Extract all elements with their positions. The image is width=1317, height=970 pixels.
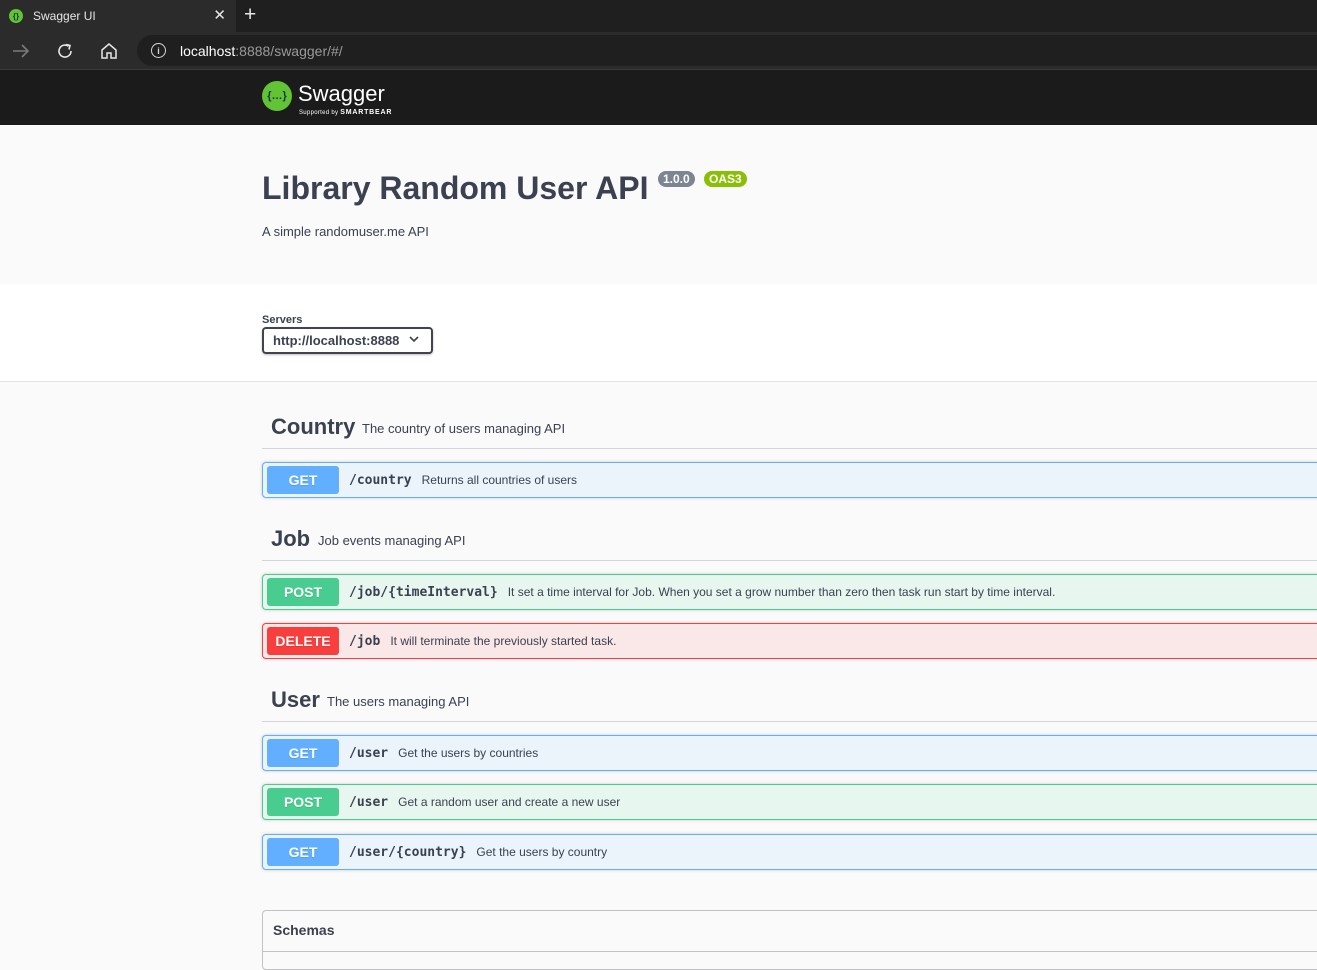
operation-summary: Get the users by countries <box>398 746 539 760</box>
forward-arrow-icon[interactable] <box>10 40 32 62</box>
chevron-down-icon <box>409 333 419 347</box>
tag-job[interactable]: Job Job events managing API <box>262 517 1317 561</box>
operation-path: /user/{country} <box>349 844 467 860</box>
tag-country[interactable]: Country The country of users managing AP… <box>262 405 1317 449</box>
servers-selected-value: http://localhost:8888 <box>273 333 400 348</box>
smartbear-subtitle: Supported by SMARTBEAR <box>299 109 393 116</box>
browser-toolbar: i localhost:8888/swagger/#/ <box>0 32 1317 70</box>
swagger-logo-icon: {…} <box>262 81 292 111</box>
method-badge: GET <box>267 739 339 767</box>
tab-title: Swagger UI <box>33 9 96 23</box>
operation-path: /country <box>349 472 412 488</box>
operation-path: /user <box>349 745 389 761</box>
tag-description: The users managing API <box>327 694 470 709</box>
tag-user[interactable]: User The users managing API <box>262 678 1317 722</box>
tag-description: Job events managing API <box>318 533 466 548</box>
method-badge: GET <box>267 838 339 866</box>
new-tab-icon[interactable]: + <box>244 4 256 26</box>
servers-section: Servers http://localhost:8888 <box>0 284 1317 382</box>
site-info-icon[interactable]: i <box>151 43 166 58</box>
tag-name: User <box>271 687 320 712</box>
operation-get-country[interactable]: GET /country Returns all countries of us… <box>262 462 1317 498</box>
schemas-section[interactable]: Schemas <box>262 910 1317 970</box>
method-badge: POST <box>267 578 339 606</box>
operation-summary: It will terminate the previously started… <box>390 634 617 648</box>
servers-dropdown[interactable]: http://localhost:8888 <box>262 327 433 354</box>
schemas-title: Schemas <box>273 922 335 938</box>
tag-name: Job <box>271 526 311 551</box>
tag-name: Country <box>271 414 356 439</box>
api-info: Library Random User API 1.0.0 OAS3 A sim… <box>0 125 1317 284</box>
tag-description: The country of users managing API <box>362 421 566 436</box>
close-tab-icon[interactable]: ✕ <box>213 7 226 25</box>
swagger-topbar: {…} Swagger Supported by SMARTBEAR <box>0 70 1317 125</box>
version-badge: 1.0.0 <box>658 171 695 187</box>
servers-label: Servers <box>262 314 303 326</box>
operation-delete-job[interactable]: DELETE /job It will terminate the previo… <box>262 623 1317 659</box>
url-host: localhost <box>180 42 236 59</box>
operation-summary: It set a time interval for Job. When you… <box>507 585 1056 599</box>
operation-path: /user <box>349 794 389 810</box>
api-description: A simple randomuser.me API <box>262 224 429 239</box>
browser-tab[interactable]: {} Swagger UI ✕ <box>0 0 236 32</box>
address-bar[interactable]: i localhost:8888/swagger/#/ <box>137 35 1317 66</box>
method-badge: POST <box>267 788 339 816</box>
method-badge: DELETE <box>267 627 339 655</box>
oas-badge: OAS3 <box>704 171 747 187</box>
swagger-logo[interactable]: {…} Swagger Supported by SMARTBEAR <box>262 81 391 116</box>
url-path: :8888/swagger/#/ <box>235 42 343 59</box>
method-badge: GET <box>267 466 339 494</box>
swagger-logo-text: Swagger <box>298 81 385 106</box>
operation-post-user[interactable]: POST /user Get a random user and create … <box>262 784 1317 820</box>
operation-get-user[interactable]: GET /user Get the users by countries <box>262 735 1317 771</box>
operation-post-job-interval[interactable]: POST /job/{timeInterval} It set a time i… <box>262 574 1317 610</box>
swagger-favicon-icon: {} <box>9 9 23 23</box>
schemas-divider <box>263 951 1317 952</box>
url-text[interactable]: localhost:8888/swagger/#/ <box>180 43 343 59</box>
operation-get-user-country[interactable]: GET /user/{country} Get the users by cou… <box>262 834 1317 870</box>
operation-path: /job <box>349 633 381 649</box>
operation-path: /job/{timeInterval} <box>349 584 498 600</box>
browser-tab-strip: {} Swagger UI ✕ + <box>0 0 1317 32</box>
home-icon[interactable] <box>98 40 120 62</box>
operation-summary: Get a random user and create a new user <box>398 795 621 809</box>
api-title: Library Random User API <box>262 170 649 206</box>
operation-summary: Returns all countries of users <box>421 473 578 487</box>
refresh-icon[interactable] <box>54 40 76 62</box>
operation-summary: Get the users by country <box>476 845 608 859</box>
